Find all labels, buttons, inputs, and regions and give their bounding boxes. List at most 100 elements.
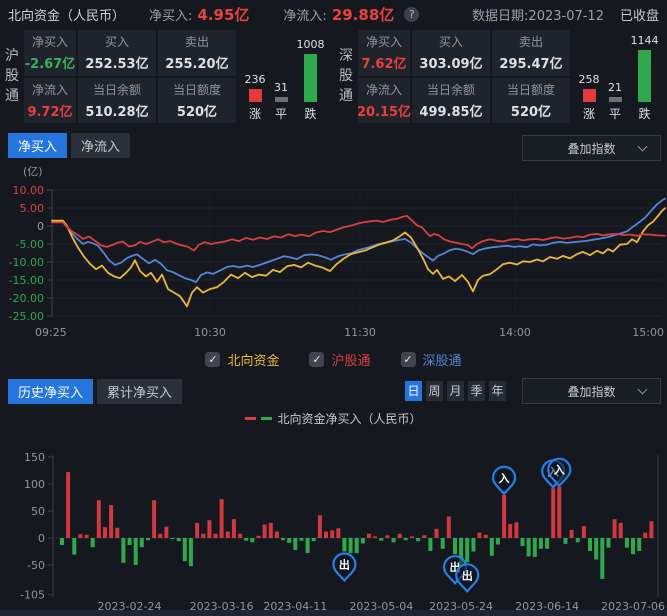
- updown-bar: [609, 97, 622, 102]
- checkbox-icon[interactable]: ✓: [401, 352, 416, 367]
- updown-count: 236: [245, 73, 266, 86]
- updown-bar: [304, 54, 317, 102]
- bar: [441, 538, 445, 549]
- svg-text:11:30: 11:30: [344, 326, 376, 339]
- bar: [140, 538, 144, 547]
- bar: [478, 533, 482, 538]
- bar: [588, 538, 592, 551]
- bar: [410, 536, 414, 538]
- legend-item-sh[interactable]: ✓沪股通: [309, 350, 370, 369]
- bar: [85, 535, 89, 538]
- svg-text:14:00: 14:00: [499, 326, 531, 339]
- checkbox-icon[interactable]: ✓: [309, 352, 324, 367]
- bar: [349, 538, 353, 553]
- bar: [564, 538, 568, 544]
- bar: [220, 499, 224, 538]
- legend-item-north[interactable]: ✓北向资金: [205, 350, 279, 369]
- stat-cell: 净买入-2.67亿: [24, 30, 76, 76]
- period-week[interactable]: 周: [426, 381, 443, 401]
- history-bar-chart[interactable]: 150100500-50-1052023-02-242023-03-162023…: [0, 440, 667, 616]
- svg-text:100: 100: [24, 478, 45, 491]
- help-icon[interactable]: ?: [404, 7, 419, 22]
- period-day[interactable]: 日: [405, 381, 422, 401]
- stat-cell-value: 295.47亿: [499, 53, 562, 72]
- history-legend-label: 北向资金净买入（人民币）: [277, 410, 421, 427]
- sell-signal-pin: 出: [333, 554, 355, 581]
- tab-net-inflow[interactable]: 净流入: [71, 133, 130, 158]
- svg-text:2023-03-16: 2023-03-16: [190, 600, 254, 613]
- svg-text:(亿): (亿): [23, 165, 43, 178]
- bar: [152, 500, 156, 538]
- bar: [545, 538, 549, 549]
- stat-cell-label: 当日额度: [173, 81, 221, 98]
- overlay-index-label: 叠加指数: [567, 140, 615, 157]
- svg-text:-15.00: -15.00: [9, 274, 44, 287]
- bar: [189, 538, 193, 566]
- bar: [226, 532, 230, 539]
- stat-cell-label: 净流入: [32, 81, 68, 98]
- svg-text:出: 出: [339, 558, 350, 572]
- bar: [281, 538, 285, 540]
- bar: [269, 523, 273, 538]
- bar: [392, 538, 396, 542]
- bar: [177, 538, 181, 541]
- page-header: 北向资金（人民币） 净买入: 4.95亿 净流入: 29.88亿 ? 数据日期:…: [0, 0, 667, 28]
- svg-text:-20.00: -20.00: [9, 292, 44, 305]
- svg-text:10.00: 10.00: [13, 184, 45, 197]
- bar: [336, 528, 340, 538]
- period-year[interactable]: 年: [489, 381, 506, 401]
- net-inflow-label: 净流入:: [283, 5, 326, 24]
- bar: [103, 527, 107, 538]
- bar: [201, 534, 205, 538]
- updown-up: 236 涨: [245, 32, 266, 122]
- svg-text:150: 150: [24, 451, 45, 464]
- bar: [582, 526, 586, 538]
- stat-cell: 卖出255.20亿: [158, 30, 236, 76]
- stat-cell: 当日余额499.85亿: [412, 78, 490, 124]
- bar: [649, 521, 653, 538]
- bar: [521, 538, 525, 546]
- bar: [557, 487, 561, 538]
- overlay-index-dropdown-2[interactable]: 叠加指数: [522, 378, 661, 404]
- tab-history-net-buy[interactable]: 历史净买入: [8, 379, 93, 404]
- red-dash-icon: [245, 417, 256, 420]
- overlay-index-dropdown[interactable]: 叠加指数: [522, 135, 661, 161]
- stat-cell-value: 303.09亿: [419, 53, 482, 72]
- bar: [361, 538, 365, 543]
- chevron-down-icon: [638, 385, 648, 395]
- updown-label: 涨: [249, 105, 261, 122]
- tab-net-buy[interactable]: 净买入: [8, 133, 67, 158]
- period-buttons: 日周月季年: [405, 381, 506, 401]
- bar: [594, 538, 598, 560]
- period-month[interactable]: 月: [447, 381, 464, 401]
- updown-down: 1008跌: [297, 32, 325, 122]
- bar: [379, 538, 383, 541]
- bar: [306, 538, 310, 553]
- bar: [355, 538, 359, 553]
- updown-up: 258涨: [579, 32, 600, 122]
- stat-cell-value: -2.67亿: [25, 53, 75, 72]
- bar: [508, 524, 512, 538]
- stat-cells-shenzhen: 净买入7.62亿买入303.09亿卖出295.47亿净流入20.15亿当日余额4…: [358, 30, 570, 123]
- stat-cell-value: 252.53亿: [85, 53, 148, 72]
- svg-text:0: 0: [37, 220, 44, 233]
- bar: [600, 538, 604, 579]
- updown-bar: [249, 89, 262, 102]
- svg-text:10:30: 10:30: [194, 326, 226, 339]
- bar: [631, 538, 635, 554]
- stat-cell-value: 520亿: [511, 101, 551, 120]
- checkbox-icon[interactable]: ✓: [205, 352, 220, 367]
- legend-item-sz[interactable]: ✓深股通: [401, 350, 462, 369]
- buy-signal-pin: 入: [493, 467, 515, 494]
- updown-label: 涨: [583, 105, 595, 122]
- intraday-line-chart[interactable]: (亿)10.005.000-5.00-10.00-15.00-20.00-25.…: [0, 162, 667, 350]
- updown-down: 1144跌: [631, 32, 659, 122]
- svg-text:-5.00: -5.00: [16, 238, 44, 251]
- stat-cell: 卖出295.47亿: [492, 30, 570, 76]
- bar: [619, 523, 623, 538]
- tab-cumulative-net-buy[interactable]: 累计净买入: [97, 379, 182, 404]
- updown-count: 1144: [631, 34, 659, 47]
- svg-text:2023-07-06: 2023-07-06: [601, 600, 665, 613]
- period-quarter[interactable]: 季: [468, 381, 485, 401]
- stat-cell-value: 520亿: [177, 101, 217, 120]
